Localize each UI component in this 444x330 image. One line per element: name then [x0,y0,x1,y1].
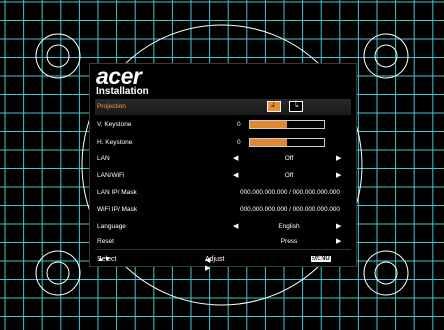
menu-item-label: H. Keystone [97,139,133,146]
menu-item-label: Language [97,223,126,230]
acer-logo: acer [96,63,142,89]
right-arrow-icon[interactable]: ▶ [336,154,341,162]
menu-item-h-keystone[interactable]: H. Keystone 0 [95,135,351,151]
left-arrow-icon[interactable]: ◀ [233,154,238,162]
right-arrow-icon[interactable]: ▶ [336,237,341,245]
menu-item-value: 000.000.000.000 / 000.000.000.000 [240,189,340,196]
corner-circle-tr [363,33,409,79]
osd-footer: ▲▼ Select ◀ ▶ Adjust MENU Exit [95,249,351,272]
adjust-label: Adjust [205,256,225,263]
h-keystone-slider[interactable] [249,138,325,147]
select-label: Select [97,256,117,263]
menu-item-lan-ip: LAN IP/ Mask 000.000.000.000 / 000.000.0… [95,185,351,201]
menu-title: Installation [96,86,149,97]
corner-circle-bl-inner [46,261,70,285]
menu-item-language[interactable]: Language ◀ English ▶ [95,219,351,235]
keystone-value: 0 [237,121,241,128]
menu-item-label: LAN IP/ Mask [97,189,137,196]
menu-item-value: Off [284,155,294,162]
corner-circle-tl-inner [46,44,70,68]
menu-item-label: LAN [97,155,110,162]
menu-item-lan-wifi[interactable]: LAN/WiFi ◀ Off ▶ [95,168,351,184]
menu-item-label: LAN/WiFi [97,172,125,179]
keystone-value: 0 [237,139,241,146]
menu-item-projection[interactable]: Projection ╛ ╘ [95,99,351,115]
exit-label: Exit [311,256,323,263]
right-arrow-icon[interactable]: ▶ [336,222,341,230]
slider-fill [250,139,287,146]
left-arrow-icon[interactable]: ◀ [233,222,238,230]
menu-item-value: English [278,223,300,230]
corner-circle-br-inner [374,261,398,285]
menu-item-label: V. Keystone [97,121,132,128]
menu-item-value: 000.000.000.000 / 000.000.000.000 [240,206,340,213]
menu-item-value: Off [284,172,294,179]
left-arrow-icon[interactable]: ◀ [233,171,238,179]
menu-item-reset[interactable]: Reset Press ▶ [95,234,351,250]
menu-item-label: Reset [97,238,114,245]
menu-item-lan[interactable]: LAN ◀ Off ▶ [95,151,351,167]
ceiling-projection-icon[interactable]: ╘ [289,101,303,112]
right-arrow-icon[interactable]: ▶ [336,171,341,179]
corner-circle-br [363,250,409,296]
corner-circle-tr-inner [374,44,398,68]
slider-fill [250,121,287,128]
front-projection-icon[interactable]: ╛ [267,101,281,112]
menu-item-v-keystone[interactable]: V. Keystone 0 [95,117,351,133]
osd-menu: acer Installation Projection ╛ ╘ V. Keys… [89,63,357,272]
v-keystone-slider[interactable] [249,120,325,129]
menu-item-label: Projection [97,103,126,110]
menu-item-value: Press [280,238,298,245]
menu-item-wifi-ip: WiFi IP/ Mask 000.000.000.000 / 000.000.… [95,202,351,218]
menu-item-label: WiFi IP/ Mask [97,206,138,213]
